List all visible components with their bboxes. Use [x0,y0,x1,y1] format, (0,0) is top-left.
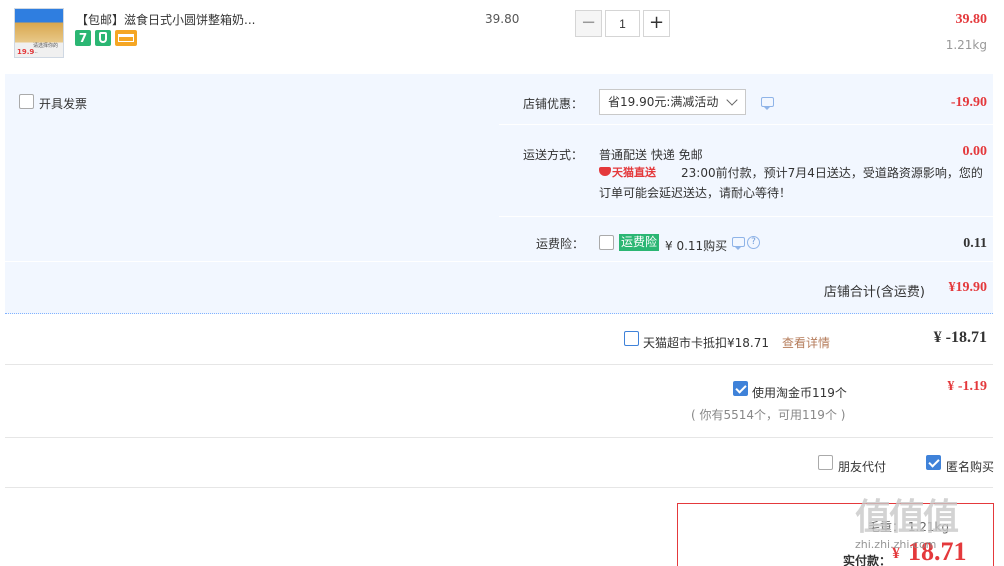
insurance-checkbox[interactable] [599,235,614,250]
quantity-increase-button[interactable]: + [643,10,670,37]
tmall-cart-icon [599,167,611,176]
shipping-note-line2: 订单可能会延迟送达，请耐心等待！ [599,186,792,200]
friend-pay-checkbox[interactable] [818,455,833,470]
insurance-amount: 0.11 [963,236,987,251]
divider [5,364,993,365]
item-subtotal: 39.80 [955,12,988,27]
help-question-icon[interactable]: ? [747,236,760,249]
watermark-url: zhi.zhi.zhi.com [855,538,937,551]
store-discount-amount: -19.90 [950,95,987,110]
product-title-link[interactable]: 【包邮】滋食日式小圆饼整箱奶... [76,11,255,28]
chevron-down-icon [726,94,738,106]
taobao-coins-checkbox[interactable] [733,381,748,396]
view-details-link[interactable]: 查看详情 [782,334,830,351]
supermarket-card-amount: ¥ -18.71 [933,329,987,346]
quantity-input[interactable] [605,10,640,37]
taobao-coins-amount: ¥ -1.19 [947,379,987,394]
message-icon[interactable] [732,237,745,250]
quantity-decrease-button[interactable]: − [575,10,602,37]
store-discount-label: 店铺优惠： [523,97,584,111]
tmall-direct-logo: 天猫直送 [599,165,671,179]
order-item-row: 19.9 请选择你的 ... 【包邮】滋食日式小圆饼整箱奶... 7 39.80… [0,0,1004,74]
site-watermark: 值值值 zhi.zhi.zhi.com [855,488,995,566]
taobao-coins-label: 使用淘金币119个 [752,386,847,400]
item-weight: 1.21kg [945,38,987,52]
friend-pay-label: 朋友代付 [838,460,887,474]
shipping-method: 普通配送 快递 免邮 [599,148,703,162]
shipping-amount: 0.00 [962,144,988,159]
store-discount-value: 省19.90元:满减活动 [608,95,719,109]
anonymous-purchase-label: 匿名购买 [946,460,995,474]
thumbnail-caption: 请选择你的 ... [33,43,59,55]
insurance-badge: 运费险 [619,234,660,251]
shipping-label: 运送方式： [523,148,584,162]
anonymous-purchase-checkbox[interactable] [926,455,941,470]
shipping-note-line1: 23:00前付款，预计7月4日送达，受道路资源影响，您的 [681,166,983,180]
watermark-logo: 值值值 [855,497,959,538]
seven-day-return-icon[interactable]: 7 [75,30,91,46]
supermarket-card-checkbox[interactable] [624,331,639,346]
store-total-label: 店铺合计(含运费) [823,285,925,300]
divider [499,216,993,217]
thumbnail-price: 19.9 [17,48,35,56]
divider [499,124,993,125]
insurance-price: ¥ 0.11购买 [665,239,728,253]
guarantee-shield-icon[interactable] [95,30,111,46]
taobao-coins-note: ( 你有5514个，可用119个 ) [691,408,846,422]
unit-price: 39.80 [485,12,520,26]
divider [5,437,993,438]
quantity-stepper: − + [575,10,671,37]
product-thumbnail[interactable]: 19.9 请选择你的 ... [14,8,64,58]
divider [5,261,993,262]
invoice-checkbox[interactable] [19,94,34,109]
message-icon[interactable] [761,97,774,110]
tmall-direct-text: 天猫直送 [612,166,656,179]
invoice-label: 开具发票 [39,97,88,111]
store-total-amount: ¥19.90 [948,280,988,295]
divider [5,487,993,488]
credit-card-icon[interactable] [115,30,137,46]
store-discount-select[interactable]: 省19.90元:满减活动 [599,89,746,115]
insurance-label: 运费险： [536,237,585,251]
supermarket-card-label: 天猫超市卡抵扣¥18.71 [643,336,769,350]
